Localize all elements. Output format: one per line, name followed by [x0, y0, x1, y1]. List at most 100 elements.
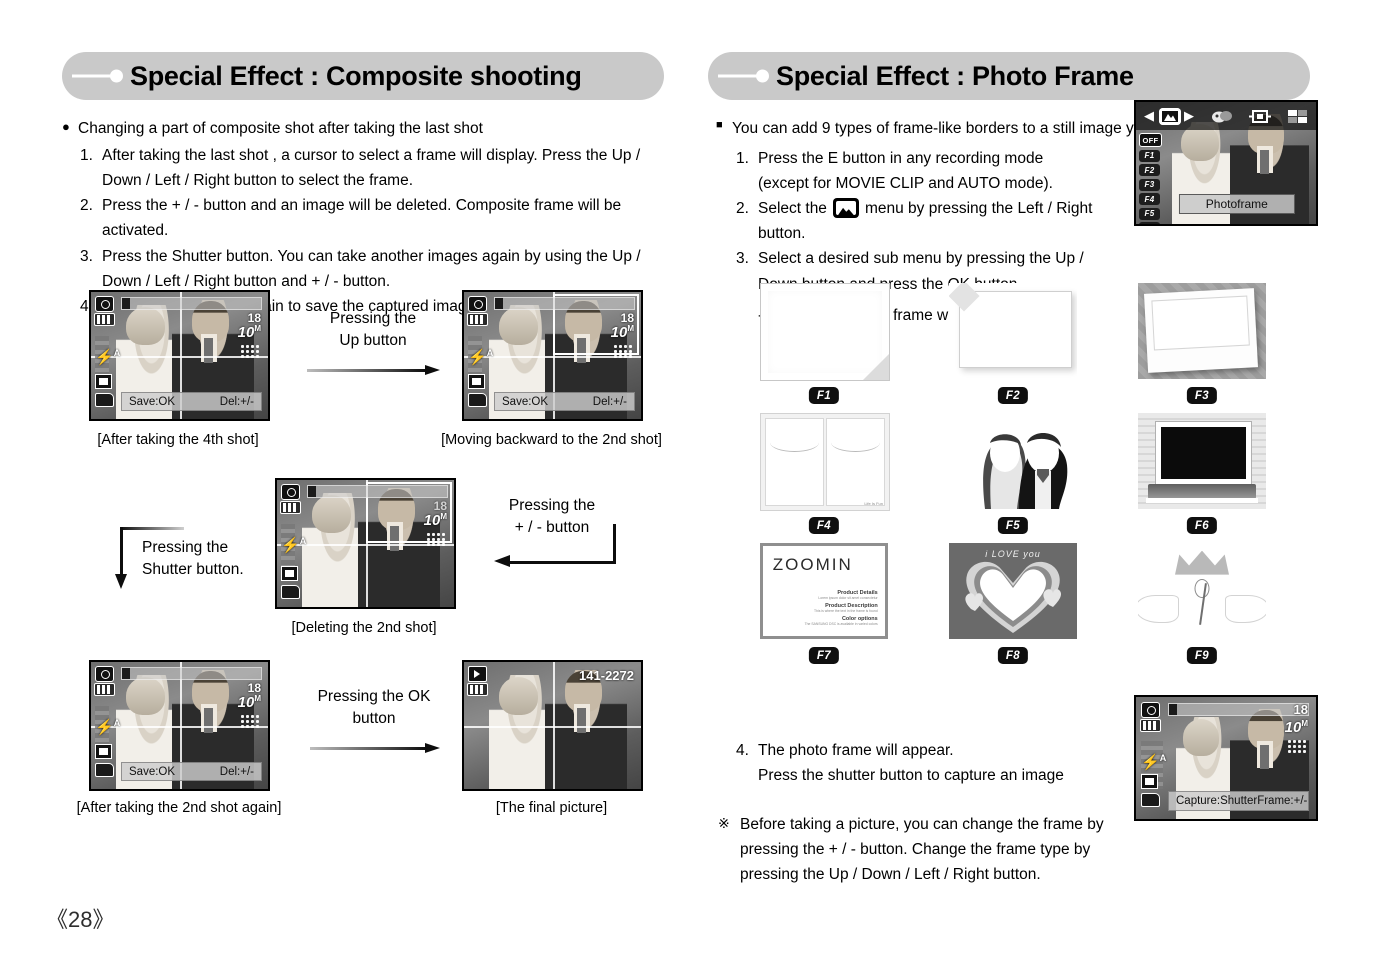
file-number: 141-2272 [579, 668, 634, 683]
lcd-final-picture: 141-2272 [462, 660, 643, 791]
left-step-1: 1. After taking the last shot , a cursor… [80, 147, 641, 190]
frame-label-f8: F8 [997, 647, 1029, 664]
display-icon [95, 374, 112, 389]
frame-sample-f5[interactable]: F5 [949, 413, 1085, 537]
frame-image-f4: Life Is Fun [760, 413, 890, 511]
left-section-header: Special Effect : Composite shooting [62, 52, 664, 100]
lcd-photoframe-menu: ◀ ▶ OFF F1 F2 F3 F4 F5 Photoframe [1134, 100, 1318, 226]
frame-f8-text: i LOVE you [985, 548, 1041, 559]
arrow-right-ok-button [310, 743, 440, 753]
zoom-bar [494, 297, 635, 310]
frame-label-f4: F4 [808, 517, 840, 534]
frame-f4-caption: Life Is Fun [864, 501, 883, 506]
zoom-bar [307, 485, 448, 498]
hint-capture: Capture:Shutter [1176, 795, 1258, 807]
quality-icon [240, 344, 260, 360]
battery-icon [467, 683, 488, 696]
right-step-2: 2. Select the menu by pressing the Left /… [736, 198, 1093, 243]
chip-f3[interactable]: F3 [1139, 178, 1160, 191]
resolution-label: 10M [237, 324, 261, 341]
display-icon [95, 744, 112, 759]
shot-counter: 18 [620, 311, 634, 325]
emenu-title-label: Photoframe [1178, 194, 1295, 214]
flash-auto-icon: ⚡A [1141, 753, 1167, 771]
hint-del: Del:+/- [219, 395, 254, 408]
memory-card-icon [95, 393, 114, 407]
hint-save: Save:OK [129, 765, 176, 778]
frame-label-f6: F6 [1186, 517, 1218, 534]
battery-icon [94, 313, 115, 326]
shot-counter: 18 [247, 681, 261, 695]
frame-sample-f1[interactable]: F1 [760, 283, 896, 407]
lcd-hint-bar: Save:OK Del:+/- [121, 392, 262, 411]
zoom-bar [121, 297, 262, 310]
bullet-dot-icon: ● [62, 119, 70, 134]
lcd-after-4th-shot: ⚡A 18 10M Save:OK Del:+/- [89, 290, 270, 421]
resolution-label: 10M [1284, 719, 1308, 736]
battery-icon [94, 683, 115, 696]
header-dot-icon [756, 69, 769, 83]
chevron-left-icon[interactable]: ◀ [1144, 108, 1154, 124]
frame-sample-f4[interactable]: Life Is Fun F4 [760, 413, 896, 537]
arrow-right-up-button [307, 365, 440, 375]
chip-f4[interactable]: F4 [1139, 193, 1160, 205]
highlight-icon[interactable] [1249, 108, 1271, 125]
lcd-hint-bar: Save:OK Del:+/- [121, 762, 262, 781]
frame-image-f2 [949, 283, 1077, 379]
composite-icon[interactable] [1287, 108, 1309, 125]
chip-f5[interactable]: F5 [1139, 207, 1160, 220]
frame-sample-f8[interactable]: i LOVE you F8 [949, 543, 1085, 667]
chip-f2[interactable]: F2 [1139, 164, 1160, 176]
flash-auto-icon: ⚡A [95, 718, 121, 736]
zoom-bar [121, 667, 262, 680]
battery-icon [1140, 719, 1161, 732]
shot-counter: 18 [247, 311, 261, 325]
wand-bead-icon [1194, 579, 1210, 599]
frame-image-f5 [949, 413, 1077, 509]
photoframe-icon[interactable] [1159, 107, 1181, 125]
record-mode-icon [95, 666, 114, 682]
lcd-hint-bar: Save:OK Del:+/- [494, 392, 635, 411]
quality-icon [613, 344, 633, 360]
left-column: Special Effect : Composite shooting ● Ch… [62, 0, 712, 954]
chevron-right-icon[interactable]: ▶ [1184, 108, 1194, 124]
color-palette-icon[interactable] [1211, 108, 1233, 125]
chip-f6[interactable]: F6 [1139, 222, 1160, 224]
frame-label-f7: F7 [808, 647, 840, 664]
header-dot-icon [110, 69, 123, 83]
record-mode-icon [468, 296, 487, 312]
left-header-title: Special Effect : Composite shooting [130, 60, 582, 91]
lcd-hint-bar: Capture:Shutter Frame:+/- [1168, 791, 1309, 811]
quality-icon [240, 714, 260, 730]
chip-off[interactable]: OFF [1139, 133, 1162, 147]
chip-f1[interactable]: F1 [1139, 149, 1160, 162]
frame-sample-f3[interactable]: F3 [1138, 283, 1274, 407]
frame-sample-f7[interactable]: ZOOMIN Product Details Lorem ipsum dolor… [760, 543, 896, 667]
record-mode-icon [1141, 702, 1160, 718]
wing-right-icon [1224, 594, 1266, 623]
frame-label-f3: F3 [1186, 387, 1218, 404]
frame-image-f6 [1138, 413, 1266, 509]
emenu-chip-list: OFF F1 F2 F3 F4 F5 F6 [1139, 133, 1162, 224]
wing-left-icon [1138, 594, 1180, 623]
frame-sample-f9[interactable]: F9 [1138, 543, 1274, 667]
zoom-bar [1168, 703, 1309, 716]
frame-label-f2: F2 [997, 387, 1029, 404]
arrow-elbow-plus-minus [494, 524, 616, 582]
frame-sample-f2[interactable]: F2 [949, 283, 1085, 407]
manual-page: Special Effect : Composite shooting ● Ch… [0, 0, 1381, 954]
battery-icon [467, 313, 488, 326]
resolution-label: 10M [423, 512, 447, 529]
record-mode-icon [95, 296, 114, 312]
arrow-label-ok-button: Pressing the OK button [317, 688, 431, 728]
left-intro-text: Changing a part of composite shot after … [78, 120, 483, 137]
frame-sample-f6[interactable]: F6 [1138, 413, 1274, 537]
bullet-square-icon: ■ [716, 119, 723, 131]
frame-image-f3 [1138, 283, 1266, 379]
battery-icon [280, 501, 301, 514]
hint-del: Del:+/- [592, 395, 627, 408]
memory-card-icon [468, 393, 487, 407]
lcd-after-2nd-shot-again: ⚡A 18 10M Save:OK Del:+/- [89, 660, 270, 791]
flash-auto-icon: ⚡A [95, 348, 121, 366]
hint-frame: Frame:+/- [1257, 795, 1308, 807]
